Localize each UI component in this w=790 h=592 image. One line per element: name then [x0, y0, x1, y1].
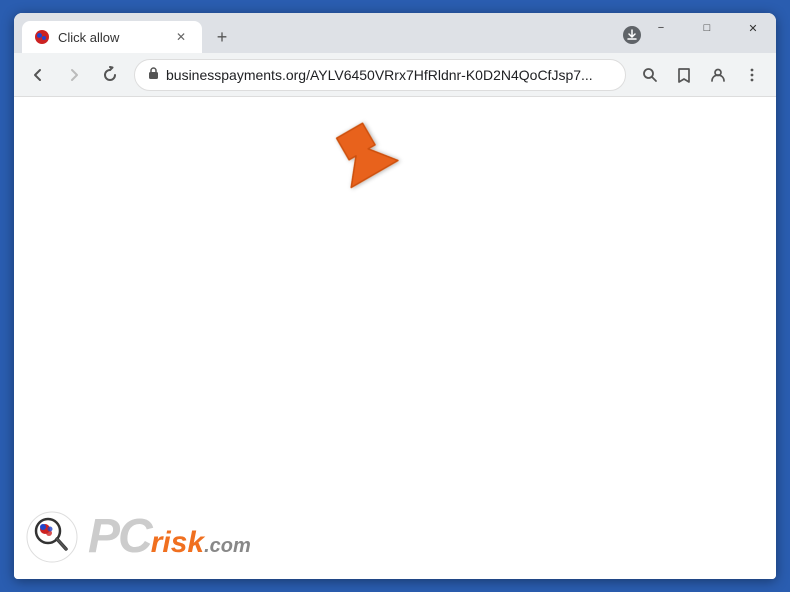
- tab-close-button[interactable]: ✕: [172, 28, 190, 46]
- back-icon: [29, 66, 47, 84]
- address-domain: businesspayments.org: [166, 67, 306, 83]
- nav-actions: [634, 59, 768, 91]
- bookmark-icon: [675, 66, 693, 84]
- pc-label: PC: [88, 513, 151, 561]
- back-button[interactable]: [22, 59, 54, 91]
- new-tab-button[interactable]: +: [208, 23, 236, 51]
- watermark: PC risk.com: [26, 511, 251, 563]
- reload-icon: [101, 66, 119, 84]
- forward-icon: [65, 66, 83, 84]
- address-path: /AYLV6450VRrx7HfRldnr-K0D2N4QoCfJsp7...: [306, 67, 593, 83]
- lock-svg: [147, 66, 160, 80]
- tab-favicon: [34, 29, 50, 45]
- tab-title: Click allow: [58, 30, 164, 45]
- forward-button[interactable]: [58, 59, 90, 91]
- dotcom-label: .com: [204, 535, 251, 557]
- reload-button[interactable]: [94, 59, 126, 91]
- arrow-svg: [334, 117, 414, 207]
- search-icon: [641, 66, 659, 84]
- menu-dots-icon: [743, 66, 761, 84]
- title-bar: Click allow ✕ + − □ ✕: [14, 13, 776, 53]
- pcrisk-text-group: PC risk.com: [88, 513, 251, 561]
- profile-button[interactable]: [702, 59, 734, 91]
- menu-button[interactable]: [736, 59, 768, 91]
- window-controls: − □ ✕: [638, 13, 776, 43]
- arrow-indicator: [334, 117, 414, 212]
- profile-icon: [709, 66, 727, 84]
- pcrisk-logo-icon: [26, 511, 78, 563]
- active-tab[interactable]: Click allow ✕: [22, 21, 202, 53]
- maximize-button[interactable]: □: [684, 13, 730, 43]
- risk-label: risk.com: [151, 528, 251, 558]
- page-content: PC risk.com: [14, 97, 776, 579]
- tabs-area: Click allow ✕ +: [14, 13, 236, 53]
- risk-word: risk: [151, 526, 204, 559]
- close-button[interactable]: ✕: [730, 13, 776, 43]
- bookmark-button[interactable]: [668, 59, 700, 91]
- address-text: businesspayments.org/AYLV6450VRrx7HfRldn…: [166, 67, 613, 83]
- lock-icon: [147, 66, 160, 83]
- search-button[interactable]: [634, 59, 666, 91]
- minimize-button[interactable]: −: [638, 13, 684, 43]
- nav-bar: businesspayments.org/AYLV6450VRrx7HfRldn…: [14, 53, 776, 97]
- browser-window: Click allow ✕ + − □ ✕: [14, 13, 776, 579]
- address-bar[interactable]: businesspayments.org/AYLV6450VRrx7HfRldn…: [134, 59, 626, 91]
